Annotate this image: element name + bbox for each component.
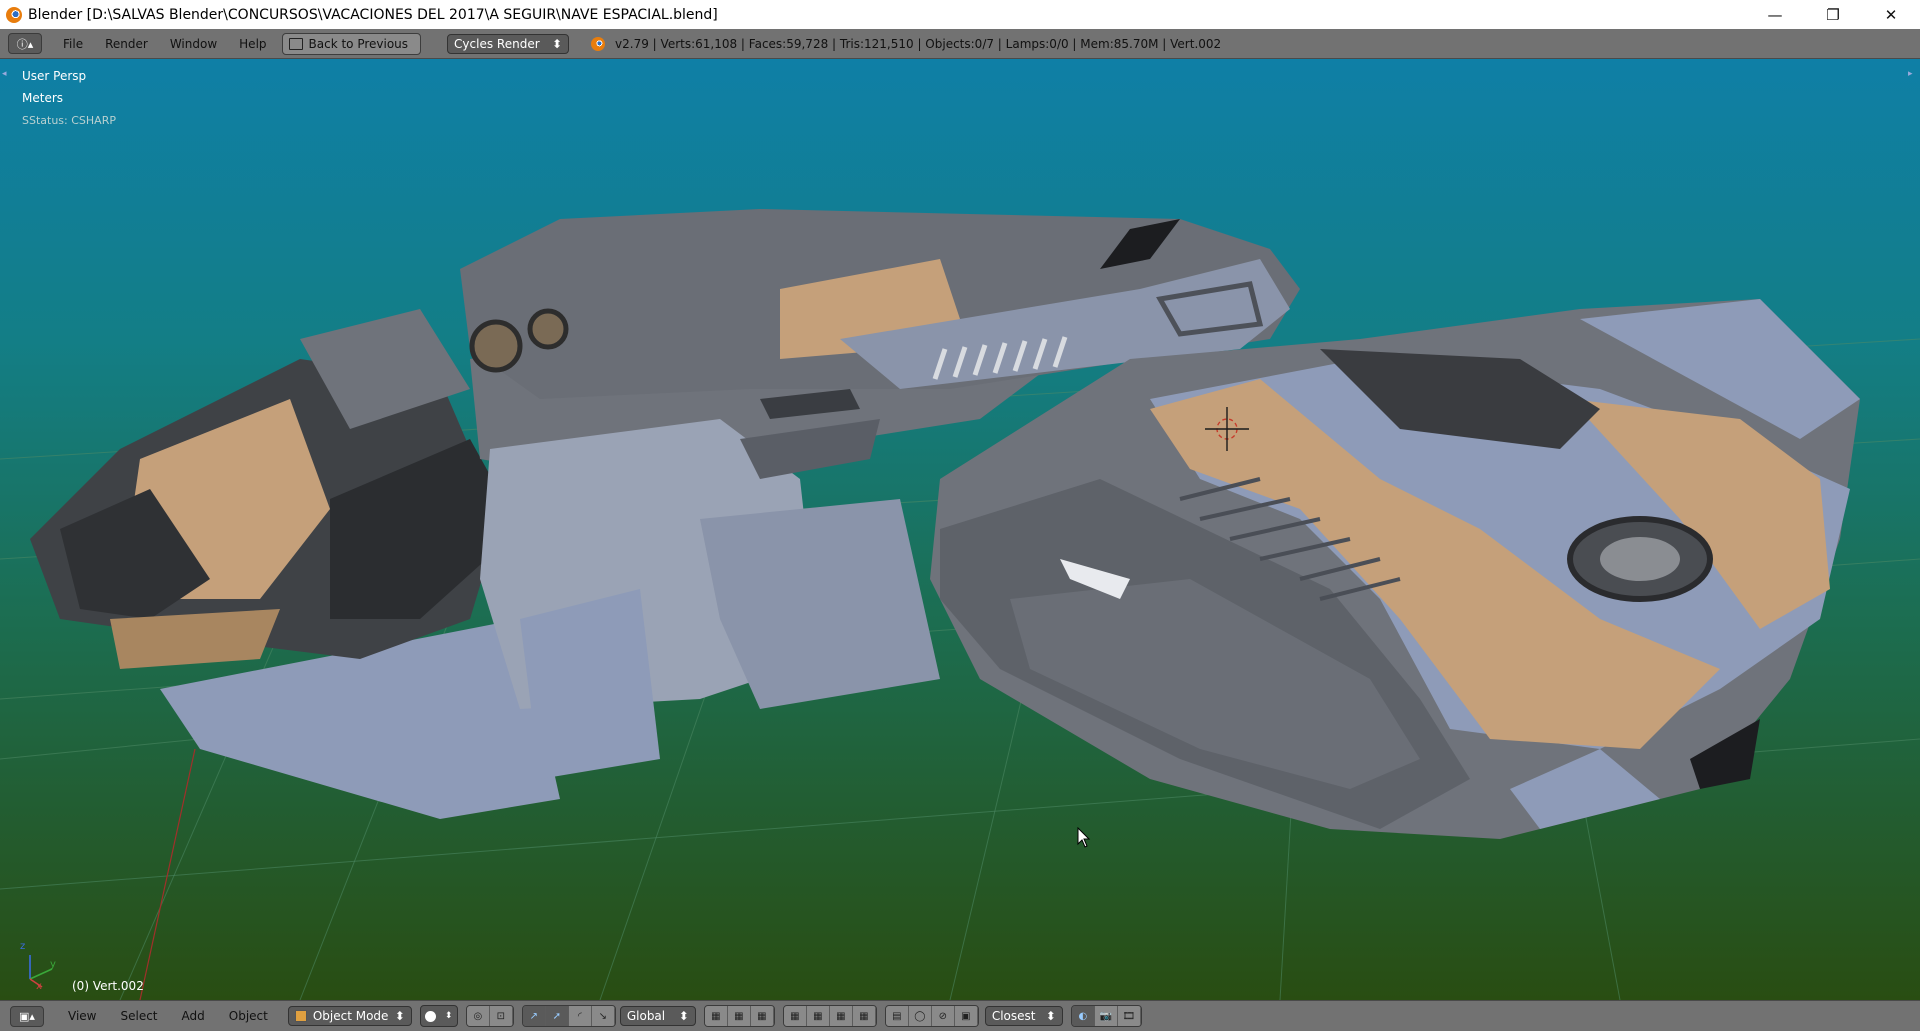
proportional-edit-icon[interactable]: ◯ xyxy=(908,1006,932,1026)
render-engine-select[interactable]: Cycles Render ⬍ xyxy=(447,33,570,54)
units-label: Meters xyxy=(22,91,64,105)
menu-select[interactable]: Select xyxy=(108,1009,169,1023)
back-to-previous-button[interactable]: Back to Previous xyxy=(281,32,422,55)
3d-viewport[interactable]: User Persp Meters SStatus: CSHARP (0) Ve… xyxy=(0,59,1920,1000)
menu-help[interactable]: Help xyxy=(228,37,277,51)
chevron-updown-icon: ⬍ xyxy=(394,1009,405,1023)
lock-layers-icon[interactable]: ▤ xyxy=(885,1006,909,1026)
snap-toggle-icon[interactable]: ⊘ xyxy=(931,1006,955,1026)
window-title: Blender [D:\SALVAS Blender\CONCURSOS\VAC… xyxy=(28,6,718,23)
opengl-render-icon[interactable]: 📷 xyxy=(1094,1006,1118,1026)
menu-view[interactable]: View xyxy=(56,1009,108,1023)
chevron-updown-icon: ⬍ xyxy=(678,1009,689,1023)
menu-file[interactable]: File xyxy=(52,37,94,51)
menu-window[interactable]: Window xyxy=(159,37,228,51)
blender-app-icon xyxy=(6,6,22,23)
interaction-mode-value: Object Mode xyxy=(312,1009,389,1023)
view-perspective-label: User Persp xyxy=(22,69,87,83)
pivot-point-button[interactable]: ◎ xyxy=(466,1006,490,1026)
object-mode-icon xyxy=(294,1010,307,1022)
editor-type-button[interactable]: ⓘ▴ xyxy=(8,33,42,54)
layer-button-1[interactable]: ▦ xyxy=(704,1006,728,1026)
snap-element-icon[interactable]: ▣ xyxy=(954,1006,978,1026)
layers-group: ▦ ▦ ▦ xyxy=(703,1005,775,1027)
render-tools-group: ◐ 📷 🎞 xyxy=(1070,1005,1142,1027)
properties-toggle-icon[interactable]: ▸ xyxy=(1908,69,1918,79)
chevron-updown-icon: ⬍ xyxy=(1045,1009,1056,1023)
interaction-mode-select[interactable]: Object Mode ⬍ xyxy=(287,1006,412,1026)
pivot-group: ◎ ⊡ xyxy=(465,1005,514,1027)
render-engine-value: Cycles Render xyxy=(454,36,540,51)
screen-back-icon xyxy=(288,37,303,50)
close-button[interactable]: ✕ xyxy=(1862,0,1920,29)
active-object-label: (0) Vert.002 xyxy=(72,979,144,993)
menu-render[interactable]: Render xyxy=(94,37,159,51)
layer-button-2[interactable]: ▦ xyxy=(727,1006,751,1026)
scene-stats: v2.79 | Verts:61,108 | Faces:59,728 | Tr… xyxy=(615,36,1222,51)
viewport-shading-select[interactable]: ⬍ xyxy=(419,1005,458,1027)
view3d-icon: ▣▴ xyxy=(19,1009,35,1023)
layers-group-2: ▦ ▦ ▦ ▦ xyxy=(782,1005,877,1027)
info-header: ⓘ▴ File Render Window Help Back to Previ… xyxy=(0,29,1920,59)
rotate-manipulator-button[interactable]: ◜ xyxy=(568,1006,592,1026)
axis-z-label: z xyxy=(20,941,26,952)
translate-manipulator-button[interactable]: ➚ xyxy=(545,1006,569,1026)
layer-button-5[interactable]: ▦ xyxy=(806,1006,830,1026)
layer-button-7[interactable]: ▦ xyxy=(852,1006,876,1026)
layer-button-3[interactable]: ▦ xyxy=(750,1006,774,1026)
transform-orientation-value: Global xyxy=(626,1009,666,1023)
window-titlebar: Blender [D:\SALVAS Blender\CONCURSOS\VAC… xyxy=(0,0,1920,29)
opengl-animation-icon[interactable]: 🎞 xyxy=(1117,1006,1141,1026)
spaceship-model xyxy=(30,209,1860,839)
transform-orientation-select[interactable]: Global ⬍ xyxy=(619,1006,696,1026)
edit-tools-group: ▤ ◯ ⊘ ▣ xyxy=(884,1005,979,1027)
axis-x-label: x xyxy=(36,981,42,992)
info-icon: ⓘ▴ xyxy=(16,37,34,51)
manipulator-group: ↗ ➚ ◜ ↘ xyxy=(521,1005,616,1027)
chevron-updown-icon: ⬍ xyxy=(551,36,563,51)
toolshelf-toggle-icon[interactable]: ◂ xyxy=(2,69,12,79)
scale-manipulator-button[interactable]: ↘ xyxy=(591,1006,615,1026)
view3d-header: ▣▴ View Select Add Object Object Mode ⬍ … xyxy=(0,1000,1920,1031)
snap-rotate-icon[interactable]: ◐ xyxy=(1071,1006,1095,1026)
layer-button-6[interactable]: ▦ xyxy=(829,1006,853,1026)
blender-logo-icon xyxy=(591,36,606,51)
maximize-button[interactable]: ❐ xyxy=(1804,0,1862,29)
minimize-button[interactable]: — xyxy=(1746,0,1804,29)
solid-shading-icon xyxy=(425,1010,437,1022)
menu-add[interactable]: Add xyxy=(170,1009,217,1023)
manipulator-toggle-button[interactable]: ↗ xyxy=(522,1006,546,1026)
viewport-scene[interactable] xyxy=(0,59,1920,1000)
manipulate-center-button[interactable]: ⊡ xyxy=(489,1006,513,1026)
addon-status-label: SStatus: CSHARP xyxy=(22,114,116,127)
layer-button-4[interactable]: ▦ xyxy=(783,1006,807,1026)
menu-object[interactable]: Object xyxy=(217,1009,280,1023)
chevron-updown-icon: ⬍ xyxy=(444,1011,453,1021)
snap-target-value: Closest xyxy=(991,1009,1036,1023)
window-controls: — ❐ ✕ xyxy=(1746,0,1920,29)
mouse-pointer-icon xyxy=(1077,827,1091,848)
editor-type-button[interactable]: ▣▴ xyxy=(10,1005,44,1027)
snap-target-select[interactable]: Closest ⬍ xyxy=(984,1006,1063,1026)
axis-y-label: y xyxy=(50,959,56,970)
back-to-previous-label: Back to Previous xyxy=(308,36,409,51)
